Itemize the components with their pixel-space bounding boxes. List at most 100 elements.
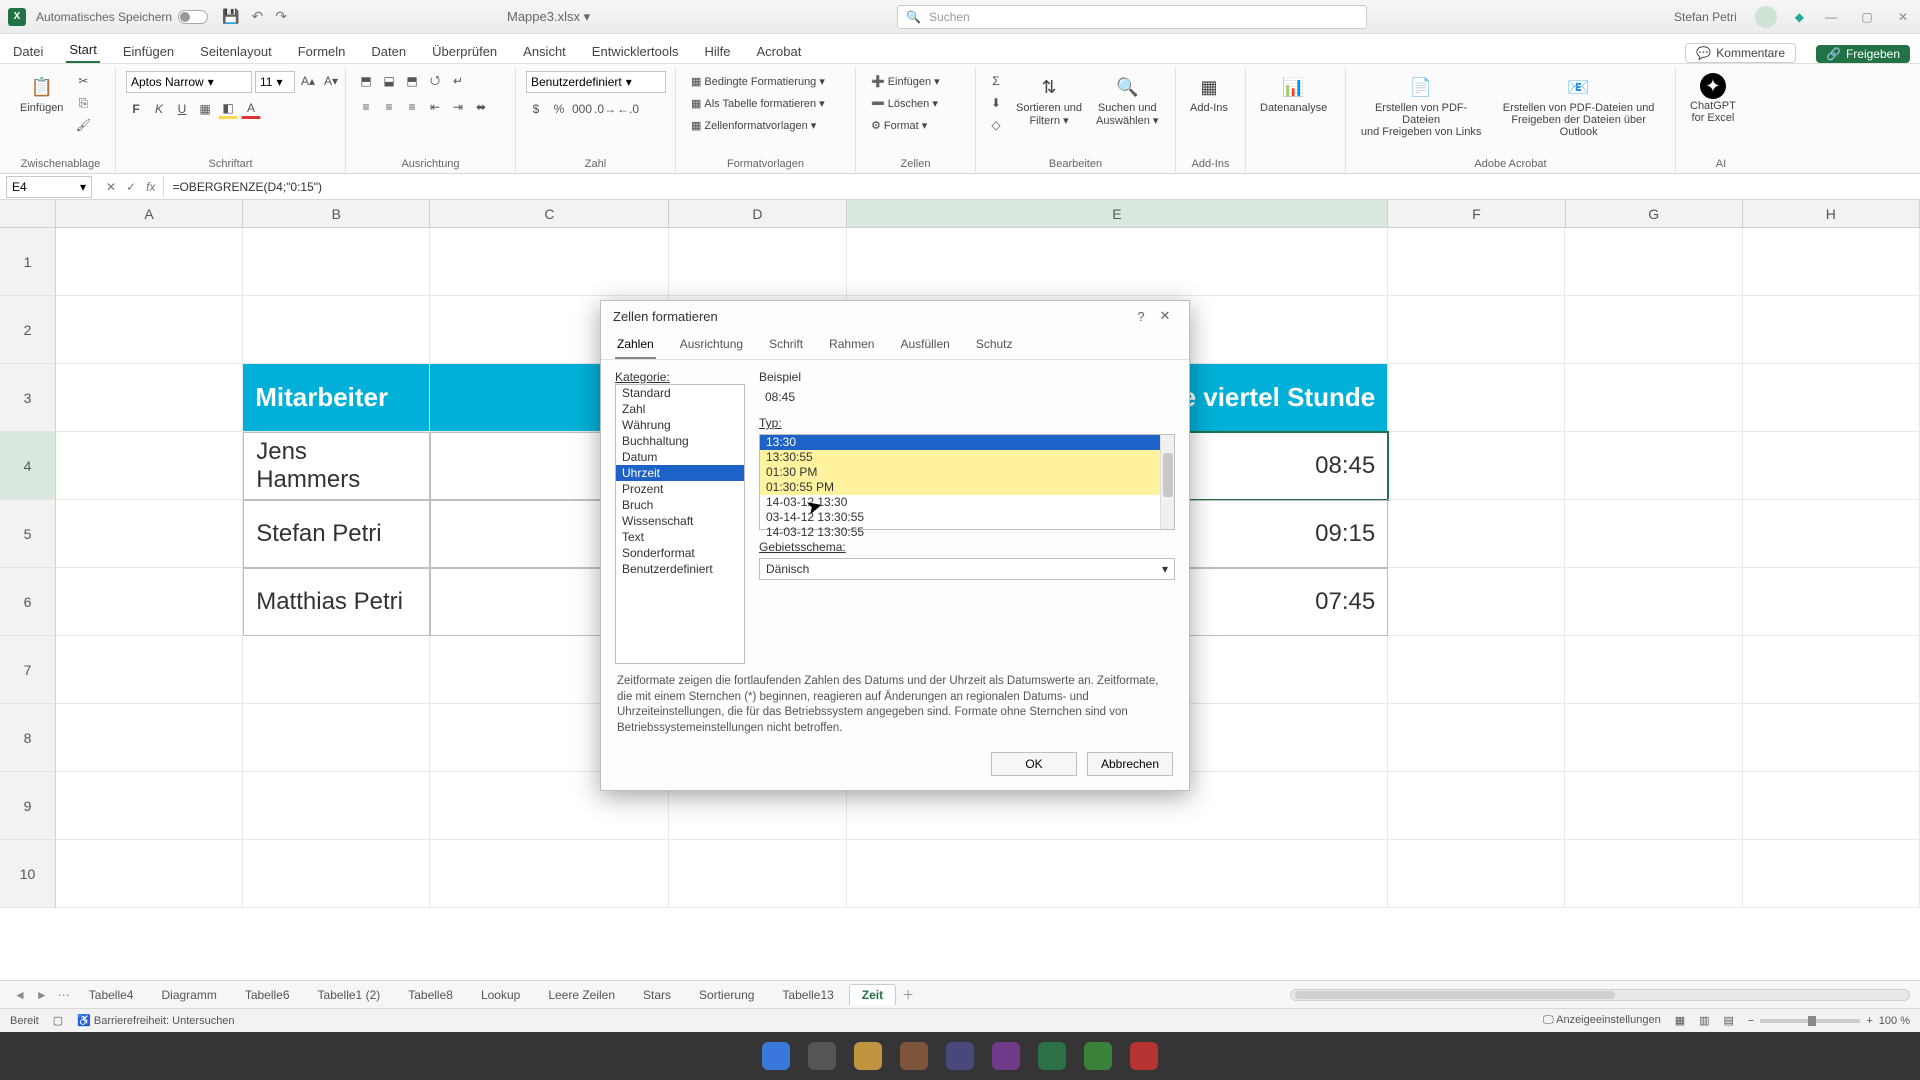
decrease-indent-icon[interactable]: ⇤ — [425, 97, 445, 117]
insert-cells-button[interactable]: ➕ Einfügen ▾ — [866, 71, 945, 91]
type-option[interactable]: 01:30 PM — [760, 465, 1174, 480]
share-button[interactable]: 🔗 Freigeben — [1816, 45, 1910, 63]
dialog-tab-ausfuellen[interactable]: Ausfüllen — [898, 331, 951, 359]
row-header-6[interactable]: 6 — [0, 568, 56, 636]
view-pagelayout-icon[interactable]: ▥ — [1699, 1014, 1709, 1027]
col-header-F[interactable]: F — [1388, 200, 1565, 228]
type-option-selected[interactable]: 13:30 — [760, 435, 1174, 450]
undo-icon[interactable]: ↶ — [252, 8, 264, 25]
tab-data[interactable]: Daten — [368, 44, 409, 63]
category-item[interactable]: Standard — [616, 385, 744, 401]
accessibility-status[interactable]: ♿ Barrierefreiheit: Untersuchen — [77, 1014, 234, 1027]
data-analysis-button[interactable]: 📊Datenanalyse — [1256, 71, 1331, 116]
document-name[interactable]: Mappe3.xlsx ▾ — [507, 9, 590, 25]
underline-icon[interactable]: U — [172, 99, 192, 119]
type-listbox[interactable]: 13:30 13:30:55 01:30 PM 01:30:55 PM 14-0… — [759, 434, 1175, 530]
col-header-G[interactable]: G — [1566, 200, 1743, 228]
save-icon[interactable]: 💾 — [222, 8, 239, 25]
chatgpt-button[interactable]: ✦ChatGPT for Excel — [1686, 71, 1740, 126]
view-pagebreak-icon[interactable]: ▤ — [1724, 1014, 1734, 1027]
name-box[interactable]: E4▾ — [6, 176, 92, 198]
minimize-button[interactable]: — — [1822, 10, 1840, 24]
fill-color-icon[interactable]: ◧ — [218, 99, 238, 119]
decrease-font-icon[interactable]: A▾ — [321, 71, 341, 91]
dialog-tab-zahlen[interactable]: Zahlen — [615, 331, 656, 359]
cut-icon[interactable]: ✂ — [73, 71, 93, 91]
tab-devtools[interactable]: Entwicklertools — [589, 44, 682, 63]
taskbar-app-icon[interactable] — [900, 1042, 928, 1070]
increase-decimal-icon[interactable]: .0→ — [595, 99, 615, 119]
zoom-in-icon[interactable]: + — [1866, 1015, 1872, 1027]
user-avatar-icon[interactable] — [1755, 6, 1777, 28]
align-right-icon[interactable]: ≡ — [402, 97, 422, 117]
sheet-tab[interactable]: Tabelle8 — [395, 984, 466, 1005]
search-box[interactable]: 🔍 Suchen — [897, 5, 1367, 29]
maximize-button[interactable]: ▢ — [1858, 10, 1876, 24]
tab-view[interactable]: Ansicht — [520, 44, 569, 63]
font-name-dropdown[interactable]: Aptos Narrow▾ — [126, 71, 252, 93]
cell-b5[interactable]: Stefan Petri — [243, 500, 430, 568]
dialog-tab-schrift[interactable]: Schrift — [767, 331, 805, 359]
present-icon[interactable]: ◆ — [1795, 10, 1804, 24]
orientation-icon[interactable]: ⭯ — [425, 71, 445, 91]
taskbar-app-icon[interactable] — [1038, 1042, 1066, 1070]
align-middle-icon[interactable]: ⬓ — [379, 71, 399, 91]
zoom-out-icon[interactable]: − — [1748, 1015, 1754, 1027]
toggle-switch-icon[interactable] — [178, 10, 208, 24]
sheet-nav-more-icon[interactable]: ⋯ — [54, 988, 74, 1002]
sort-filter-button[interactable]: ⇅Sortieren und Filtern ▾ — [1012, 71, 1086, 129]
zoom-value[interactable]: 100 % — [1879, 1015, 1910, 1027]
autosave-toggle[interactable]: Automatisches Speichern — [36, 10, 208, 24]
align-left-icon[interactable]: ≡ — [356, 97, 376, 117]
sheet-nav-prev-icon[interactable]: ◄ — [10, 988, 30, 1002]
currency-icon[interactable]: $ — [526, 99, 546, 119]
category-item[interactable]: Text — [616, 529, 744, 545]
enter-formula-icon[interactable]: ✓ — [126, 180, 136, 194]
select-all-button[interactable] — [0, 200, 56, 228]
row-header-9[interactable]: 9 — [0, 772, 56, 840]
locale-dropdown[interactable]: Dänisch ▾ — [759, 558, 1175, 580]
row-header-7[interactable]: 7 — [0, 636, 56, 704]
row-header-3[interactable]: 3 — [0, 364, 56, 432]
user-name[interactable]: Stefan Petri — [1674, 10, 1737, 24]
align-bottom-icon[interactable]: ⬒ — [402, 71, 422, 91]
type-option[interactable]: 03-14-12 13:30:55 — [760, 510, 1174, 525]
number-format-dropdown[interactable]: Benutzerdefiniert▾ — [526, 71, 666, 93]
sheet-tab[interactable]: Sortierung — [686, 984, 767, 1005]
category-item-selected[interactable]: Uhrzeit — [616, 465, 744, 481]
row-header-4[interactable]: 4 — [0, 432, 56, 500]
dialog-tab-schutz[interactable]: Schutz — [974, 331, 1015, 359]
table-header-mitarbeiter[interactable]: Mitarbeiter — [243, 364, 430, 432]
sheet-tab[interactable]: Diagramm — [148, 984, 229, 1005]
dialog-close-button[interactable]: ✕ — [1153, 308, 1177, 324]
dialog-titlebar[interactable]: Zellen formatieren ? ✕ — [601, 301, 1189, 331]
merge-icon[interactable]: ⬌ — [471, 97, 491, 117]
tab-insert[interactable]: Einfügen — [120, 44, 177, 63]
tab-start[interactable]: Start — [66, 42, 99, 63]
align-center-icon[interactable]: ≡ — [379, 97, 399, 117]
row-header-8[interactable]: 8 — [0, 704, 56, 772]
type-option[interactable]: 14-03-12 13:30 — [760, 495, 1174, 510]
decrease-decimal-icon[interactable]: ←.0 — [618, 99, 638, 119]
cell-styles-button[interactable]: ▦ Zellenformatvorlagen ▾ — [686, 115, 821, 135]
tab-help[interactable]: Hilfe — [702, 44, 734, 63]
italic-icon[interactable]: K — [149, 99, 169, 119]
create-pdf-outlook-button[interactable]: 📧Erstellen von PDF-Dateien und Freigeben… — [1492, 71, 1665, 140]
fx-icon[interactable]: fx — [146, 180, 155, 194]
sheet-tab-active[interactable]: Zeit — [849, 984, 896, 1005]
addins-button[interactable]: ▦Add-Ins — [1186, 71, 1232, 116]
category-item[interactable]: Buchhaltung — [616, 433, 744, 449]
col-header-H[interactable]: H — [1743, 200, 1920, 228]
formula-input[interactable]: =OBERGRENZE(D4;"0:15") — [164, 180, 1920, 194]
macro-record-icon[interactable]: ▢ — [53, 1014, 63, 1027]
tab-file[interactable]: Datei — [10, 44, 46, 63]
sheet-tab[interactable]: Lookup — [468, 984, 533, 1005]
row-header-5[interactable]: 5 — [0, 500, 56, 568]
type-option[interactable]: 14-03-12 13:30:55 — [760, 525, 1174, 540]
category-item[interactable]: Benutzerdefiniert — [616, 561, 744, 577]
increase-indent-icon[interactable]: ⇥ — [448, 97, 468, 117]
format-as-table-button[interactable]: ▦ Als Tabelle formatieren ▾ — [686, 93, 830, 113]
type-option[interactable]: 01:30:55 PM — [760, 480, 1174, 495]
sheet-tab[interactable]: Leere Zeilen — [535, 984, 628, 1005]
increase-font-icon[interactable]: A▴ — [298, 71, 318, 91]
